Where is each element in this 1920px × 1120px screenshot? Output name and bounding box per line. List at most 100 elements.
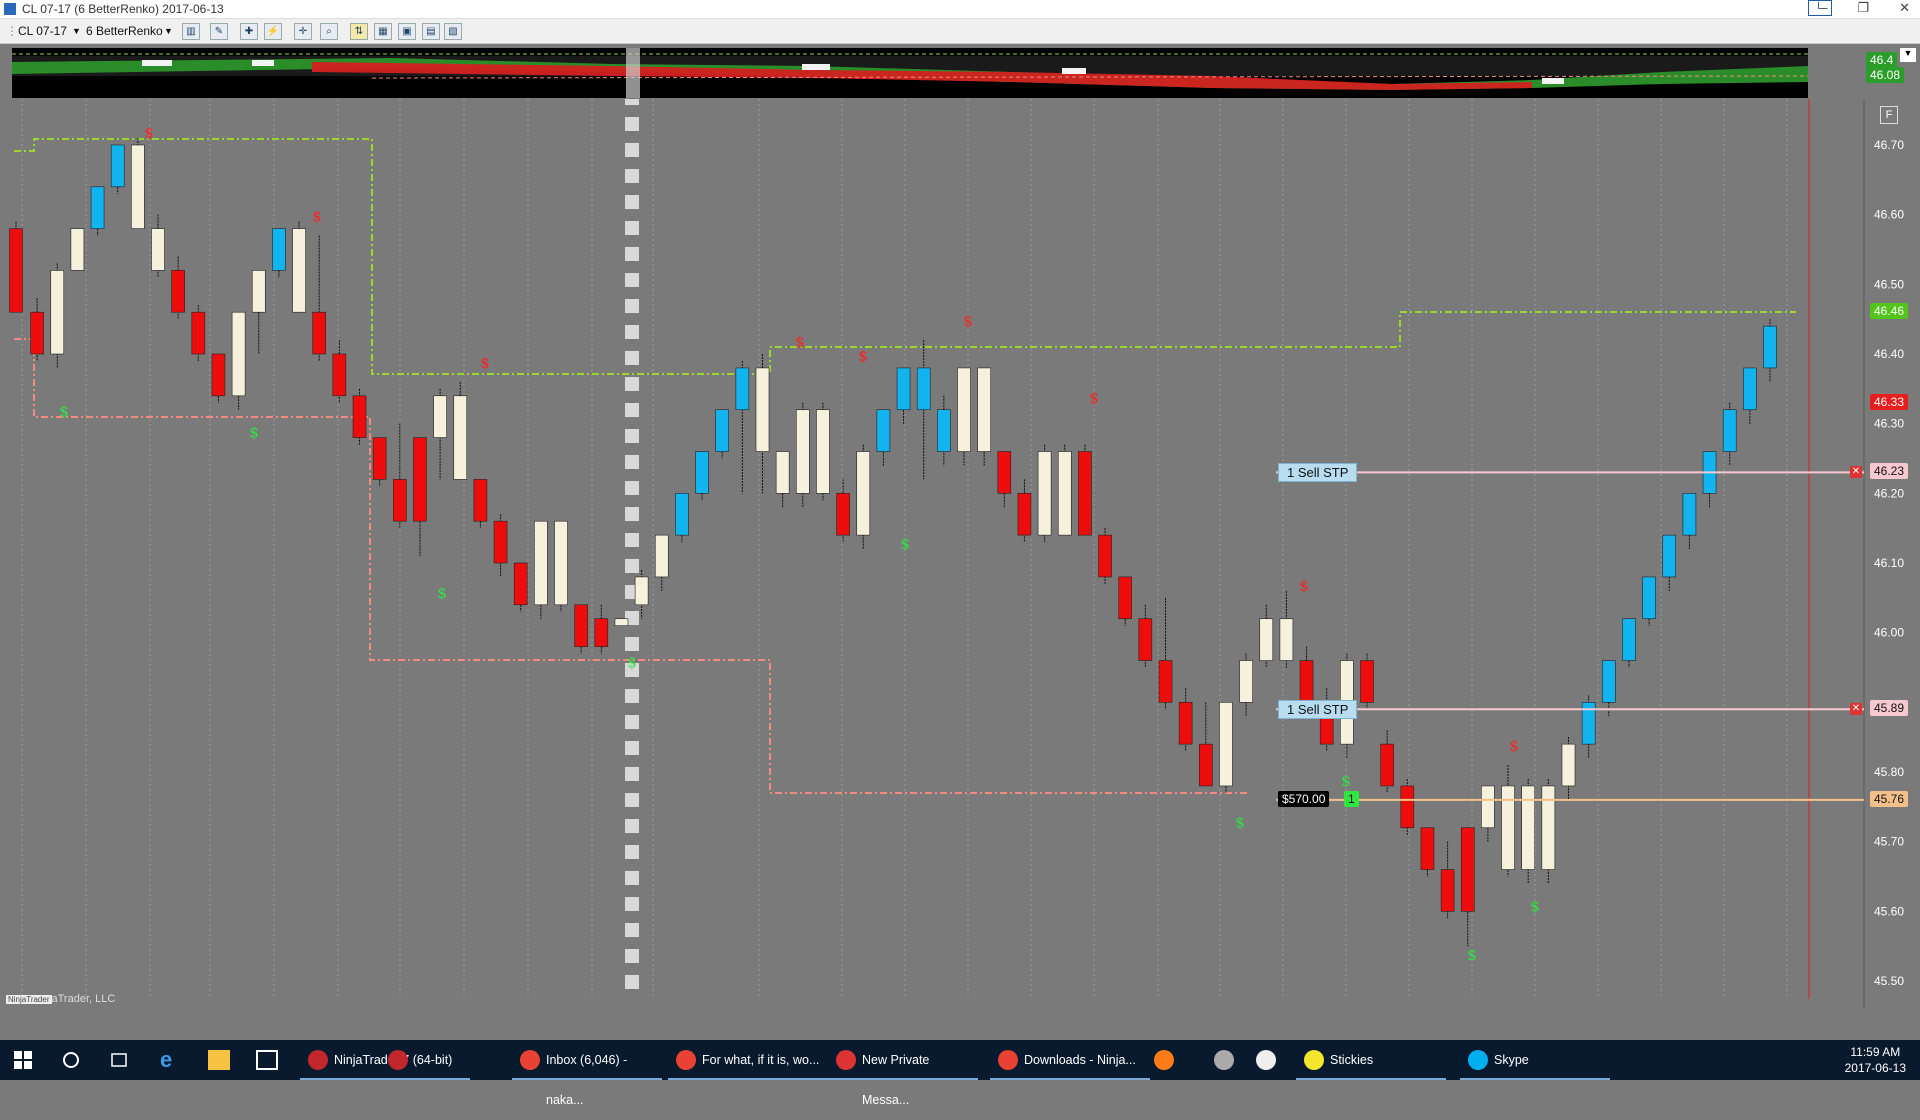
taskbar-item[interactable]: Stickies xyxy=(1296,1040,1446,1080)
taskbar-item-label: For what, if it is, wo... xyxy=(702,1053,820,1067)
bar-style-icon[interactable]: ▥ xyxy=(182,23,200,40)
app-icon xyxy=(1256,1050,1276,1070)
crosshair-icon[interactable]: ✛ xyxy=(294,23,312,40)
strategy-icon[interactable]: ⚡ xyxy=(264,23,282,40)
taskbar-item[interactable]: Inbox (6,046) - naka... xyxy=(512,1040,662,1107)
chevron-down-icon[interactable]: ▼ xyxy=(72,26,81,36)
app-icon xyxy=(1154,1050,1174,1070)
candle-body xyxy=(1642,576,1656,620)
file-explorer-icon[interactable] xyxy=(208,1050,230,1070)
screenshot-icon[interactable]: ▣ xyxy=(398,23,416,40)
candle-body xyxy=(70,228,85,271)
candle-body xyxy=(393,479,407,522)
candle-body xyxy=(574,604,588,647)
candle-body xyxy=(695,451,709,494)
panel-icon[interactable]: ▧ xyxy=(444,23,462,40)
taskbar-item[interactable] xyxy=(1248,1040,1282,1080)
system-clock[interactable]: 11:59 AM 2017-06-13 xyxy=(1845,1044,1906,1076)
buy-signal-marker: $ xyxy=(1235,814,1245,832)
candle-body xyxy=(735,367,750,411)
candle-body xyxy=(856,451,871,536)
add-indicator-icon[interactable]: ✚ xyxy=(240,23,258,40)
cancel-order-icon[interactable]: ✕ xyxy=(1850,466,1862,479)
zoom-icon[interactable]: ⌕ xyxy=(320,23,338,40)
chevron-down-icon[interactable]: ▼ xyxy=(164,26,173,36)
candle-body xyxy=(1622,618,1636,661)
watermark: NinjaTrader aTrader, LLC xyxy=(6,993,115,1005)
candle-body xyxy=(151,228,165,271)
candle-body xyxy=(1763,325,1777,369)
taskbar-item-label: Stickies xyxy=(1330,1053,1374,1067)
candle-body xyxy=(171,270,185,313)
minimize-button[interactable]: – xyxy=(1820,0,1827,16)
y-tick-label: 46.00 xyxy=(1874,626,1904,640)
candle-body xyxy=(231,311,246,397)
candle-body xyxy=(413,437,427,522)
stop-price-tag: 46.23 xyxy=(1870,463,1909,480)
overview-price-lower: 46.08 xyxy=(1866,67,1905,83)
taskbar-item[interactable]: New Private Messa... xyxy=(828,1040,978,1107)
taskbar-item[interactable] xyxy=(1146,1040,1180,1080)
sell-signal-marker: $ xyxy=(480,354,490,372)
restore-button[interactable]: ❐ xyxy=(1857,0,1869,16)
sell-signal-marker: $ xyxy=(1089,389,1099,407)
candle-body xyxy=(876,409,891,452)
app-icon xyxy=(520,1050,540,1070)
edge-icon[interactable]: e xyxy=(160,1049,182,1071)
candle-body xyxy=(50,270,65,355)
chart-trader-icon[interactable]: ⇅ xyxy=(350,23,368,40)
candle-body xyxy=(1299,660,1314,703)
taskbar-item[interactable]: For what, if it is, wo... xyxy=(668,1040,828,1080)
sell-signal-marker: $ xyxy=(1299,577,1309,595)
cancel-order-icon[interactable]: ✕ xyxy=(1850,703,1862,716)
data-box-icon[interactable]: ▦ xyxy=(374,23,392,40)
draw-tool-icon[interactable]: ✎ xyxy=(210,23,228,40)
candle-body xyxy=(1360,660,1374,703)
close-button[interactable]: ✕ xyxy=(1899,0,1910,16)
taskbar-item[interactable] xyxy=(380,1040,414,1080)
buy-signal-marker: $ xyxy=(627,654,637,672)
candle-body xyxy=(775,451,790,494)
taskbar-item[interactable] xyxy=(1206,1040,1240,1080)
taskbar-item[interactable]: Skype xyxy=(1460,1040,1610,1080)
candle-body xyxy=(513,562,528,606)
position-qty-label[interactable]: 1 xyxy=(1344,790,1359,807)
candle-body xyxy=(594,618,609,647)
clock-date: 2017-06-13 xyxy=(1844,1061,1906,1075)
store-icon[interactable] xyxy=(256,1050,278,1070)
sell-stop-order-2[interactable]: 1 Sell STP xyxy=(1278,700,1358,720)
task-view-icon[interactable] xyxy=(108,1050,130,1070)
start-icon[interactable] xyxy=(12,1050,34,1070)
candle-body xyxy=(251,270,266,313)
properties-icon[interactable]: ▤ xyxy=(422,23,440,40)
candle-body xyxy=(332,353,347,397)
sell-signal-marker: $ xyxy=(144,124,154,142)
price-chart[interactable]: 09:3810:0710:2210:4711:1012:0412:1013:55… xyxy=(0,99,1920,1009)
buy-signal-marker: $ xyxy=(1530,897,1540,915)
instrument-selector[interactable]: CL 07-17 xyxy=(18,24,67,38)
candle-body xyxy=(191,311,206,355)
candle-body xyxy=(1259,618,1274,661)
candle-body xyxy=(1219,702,1233,787)
y-tick-label: 46.60 xyxy=(1874,208,1904,222)
chevron-down-icon[interactable]: ▼ xyxy=(1900,48,1916,62)
candle-body xyxy=(312,311,327,355)
overview-chart xyxy=(12,48,1809,98)
candle-body xyxy=(30,311,44,355)
taskbar-item[interactable]: Downloads - Ninja... xyxy=(990,1040,1150,1080)
search-icon[interactable] xyxy=(60,1050,82,1070)
windows-taskbar: e NinjaTrader 7 (64-bit)Inbox (6,046) - … xyxy=(0,1040,1920,1107)
candle-body xyxy=(1118,576,1133,620)
sell-stop-order-1[interactable]: 1 Sell STP xyxy=(1278,463,1358,483)
y-tick-label: 45.50 xyxy=(1874,974,1904,988)
candle-body xyxy=(1682,493,1697,536)
period-selector[interactable]: 6 BetterRenko xyxy=(86,24,163,38)
candle-body xyxy=(110,144,125,188)
candle-body xyxy=(916,367,931,411)
window-title: CL 07-17 (6 BetterRenko) 2017-06-13 xyxy=(22,2,224,16)
candle-body xyxy=(755,367,770,452)
candle-body xyxy=(1420,827,1435,870)
candle-body xyxy=(534,520,548,606)
chart-format-button[interactable]: F xyxy=(1880,106,1898,124)
candle-body xyxy=(1017,493,1032,536)
